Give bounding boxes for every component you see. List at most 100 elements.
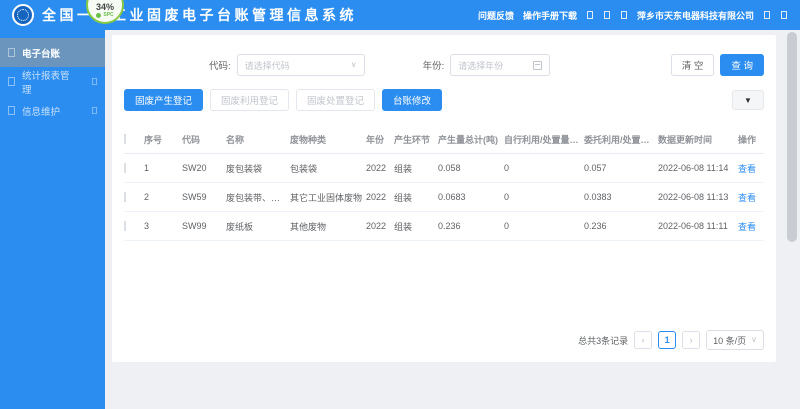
col-operation: 操作 <box>738 134 757 145</box>
sidebar-item-reports[interactable]: 统计报表管理 <box>0 67 105 96</box>
app-logo-emblem <box>17 9 29 21</box>
col-no: 序号 <box>144 134 163 145</box>
cell-total: 0.236 <box>438 221 461 231</box>
calendar-icon <box>533 60 543 70</box>
view-link[interactable]: 查看 <box>738 193 756 203</box>
cell-updated: 2022-06-08 11:11 <box>658 221 728 231</box>
select-all-checkbox[interactable] <box>124 134 126 144</box>
topbar-links: 问题反馈 操作手册下载 萍乡市天东电器科技有限公司 <box>478 9 788 22</box>
toolbar-icon-2[interactable] <box>603 11 610 19</box>
manual-download-link[interactable]: 操作手册下载 <box>523 9 577 22</box>
cell-year: 2022 <box>366 163 387 173</box>
ledger-modify-button[interactable]: 台账修改 <box>382 89 443 111</box>
app-window: 全国一般工业固废电子台账管理信息系统 问题反馈 操作手册下载 萍乡市天东电器科技… <box>0 0 800 409</box>
caret-down-icon: ▼ <box>744 95 752 105</box>
cell-type: 其它工业固体废物 <box>290 192 363 203</box>
cell-entrust: 0.0383 <box>584 192 612 202</box>
sidebar-item-label: 信息维护 <box>22 106 61 118</box>
col-self-disposal: 自行利用/处置量(吨) <box>504 134 584 145</box>
view-link[interactable]: 查看 <box>738 164 756 174</box>
table-row: 3 SW99 废纸板 其他废物 2022 组装 0.236 0 0.236 20… <box>124 212 764 241</box>
total-records: 总共3条记录 <box>578 335 629 346</box>
waste-generation-register-button[interactable]: 固废产生登记 <box>124 89 204 111</box>
user-icon[interactable] <box>764 11 770 19</box>
reports-icon <box>8 77 15 86</box>
sidebar: 电子台账 统计报表管理 信息维护 <box>0 30 105 409</box>
table-header-row: 序号 代码 名称 废物种类 年份 产生环节 产生量总计(吨) 自行利用/处置量(… <box>124 125 764 154</box>
table-row: 2 SW59 废包装带、废胶带 其它工业固体废物 2022 组装 0.0683 … <box>124 183 764 212</box>
sidebar-item-label: 电子台账 <box>22 48 61 60</box>
cell-updated: 2022-06-08 11:13 <box>658 192 729 202</box>
cell-code: SW99 <box>182 221 207 231</box>
cell-entrust: 0.057 <box>584 163 607 173</box>
column-settings-button[interactable]: ▼ <box>732 90 764 110</box>
prev-page-button[interactable]: ‹ <box>634 331 653 349</box>
badge-percent: 34% <box>95 2 114 12</box>
app-logo-icon <box>12 4 34 26</box>
cell-stage: 组装 <box>394 221 413 232</box>
cell-stage: 组装 <box>394 163 413 174</box>
table-row: 1 SW20 废包装袋 包装袋 2022 组装 0.058 0 0.057 20… <box>124 154 764 183</box>
action-bar: 固废产生登记 固废利用登记 固废处置登记 台账修改 ▼ <box>124 89 764 111</box>
code-select[interactable]: 请选择代码 ∨ <box>236 54 365 76</box>
logout-icon[interactable] <box>781 11 787 19</box>
col-entrust-disposal: 委托利用/处置量(吨) <box>584 134 658 145</box>
main-card: 代码: 请选择代码 ∨ 年份: 请选择年份 清 空 查 询 固废产生登记 固废利… <box>112 35 776 362</box>
page-size-value: 10 条/页 <box>713 335 747 346</box>
sidebar-item-ledger[interactable]: 电子台账 <box>0 38 105 67</box>
chevron-down-icon: ∨ <box>751 335 757 344</box>
ledger-table: 序号 代码 名称 废物种类 年份 产生环节 产生量总计(吨) 自行利用/处置量(… <box>124 125 764 241</box>
cell-self: 0 <box>504 221 510 231</box>
cell-self: 0 <box>504 192 510 202</box>
search-button[interactable]: 查 询 <box>720 54 764 76</box>
year-label: 年份: <box>422 61 445 72</box>
cell-year: 2022 <box>366 221 387 231</box>
cell-stage: 组装 <box>394 192 413 203</box>
toolbar-icon-3[interactable] <box>620 11 627 19</box>
cell-updated: 2022-06-08 11:14 <box>658 163 729 173</box>
code-select-placeholder: 请选择代码 <box>244 60 290 71</box>
feedback-link[interactable]: 问题反馈 <box>478 9 514 22</box>
ledger-icon <box>8 48 15 57</box>
maintenance-icon <box>8 106 15 115</box>
toolbar-icon-1[interactable] <box>586 11 593 19</box>
year-input[interactable]: 请选择年份 <box>450 54 551 76</box>
vertical-scrollbar[interactable] <box>787 32 797 242</box>
col-year: 年份 <box>366 134 385 145</box>
col-type: 废物种类 <box>290 134 327 145</box>
page-size-select[interactable]: 10 条/页 ∨ <box>706 330 764 350</box>
cell-name: 废包装带、废胶带 <box>226 192 290 203</box>
clear-button[interactable]: 清 空 <box>670 54 715 76</box>
page-1-button[interactable]: 1 <box>658 331 677 349</box>
col-stage: 产生环节 <box>394 134 431 145</box>
brand: 全国一般工业固废电子台账管理信息系统 <box>12 4 357 26</box>
cell-no: 1 <box>144 163 150 173</box>
sidebar-item-maintenance[interactable]: 信息维护 <box>0 96 105 125</box>
filter-bar: 代码: 请选择代码 ∨ 年份: 请选择年份 清 空 查 询 <box>124 53 764 77</box>
cell-no: 2 <box>144 192 150 202</box>
next-page-button[interactable]: › <box>682 331 701 349</box>
waste-disposal-register-button[interactable]: 固废处置登记 <box>296 89 376 111</box>
code-label: 代码: <box>209 61 231 72</box>
cell-name: 废纸板 <box>226 221 254 232</box>
col-name: 名称 <box>226 134 245 145</box>
sidebar-item-label: 统计报表管理 <box>22 70 70 96</box>
waste-utilization-register-button[interactable]: 固废利用登记 <box>210 89 290 111</box>
row-checkbox[interactable] <box>124 221 126 231</box>
expand-arrow-icon <box>92 78 97 85</box>
filter-buttons: 清 空 查 询 <box>670 54 764 76</box>
badge-sub: SPC <box>96 12 114 18</box>
row-checkbox[interactable] <box>124 192 126 202</box>
cell-type: 其他废物 <box>290 221 327 232</box>
cell-type: 包装袋 <box>290 163 318 174</box>
pagination: 总共3条记录 ‹ 1 › 10 条/页 ∨ <box>124 330 764 354</box>
cell-total: 0.058 <box>438 163 461 173</box>
cell-name: 废包装袋 <box>226 163 263 174</box>
view-link[interactable]: 查看 <box>738 222 756 232</box>
cell-total: 0.0683 <box>438 192 466 202</box>
col-updated: 数据更新时间 <box>658 134 713 145</box>
col-code: 代码 <box>182 134 201 145</box>
row-checkbox[interactable] <box>124 163 126 173</box>
year-input-placeholder: 请选择年份 <box>458 60 504 71</box>
cell-self: 0 <box>504 163 510 173</box>
